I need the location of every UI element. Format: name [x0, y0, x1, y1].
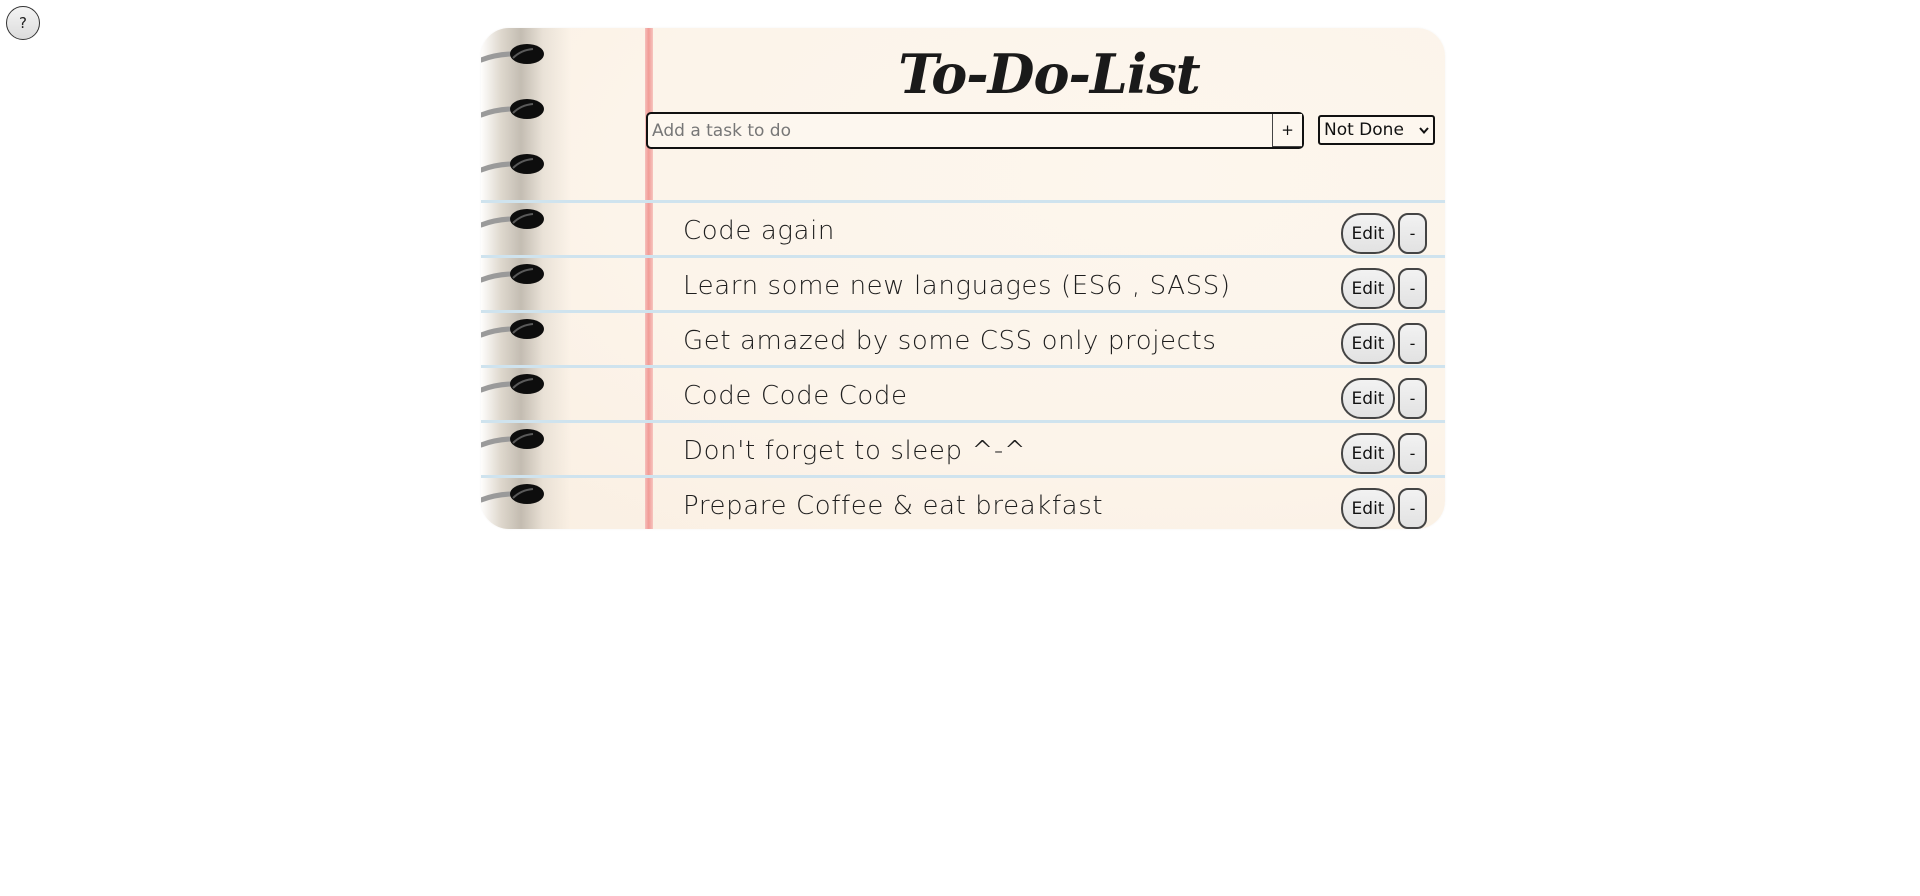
status-filter-select[interactable]: Not Done: [1318, 115, 1435, 145]
notebook-margin-line: [645, 28, 653, 529]
edit-task-button[interactable]: Edit: [1341, 488, 1395, 529]
task-row: Learn some new languages (ES6 , SASS) Ed…: [653, 265, 1445, 317]
status-filter-value: Not Done: [1324, 120, 1404, 140]
remove-task-button[interactable]: -: [1398, 213, 1427, 254]
task-text: Prepare Coffee & eat breakfast: [683, 491, 1104, 521]
spiral-ring-icon: [481, 264, 544, 284]
spiral-ring-icon: [481, 99, 544, 119]
spiral-ring-icon: [481, 484, 544, 504]
help-button[interactable]: ?: [6, 6, 40, 40]
task-input[interactable]: [650, 114, 1262, 147]
spiral-ring-icon: [481, 44, 544, 64]
edit-task-button[interactable]: Edit: [1341, 213, 1395, 254]
chevron-down-icon: [1419, 127, 1429, 135]
spiral-ring-icon: [481, 154, 544, 174]
task-row: Get amazed by some CSS only projects Edi…: [653, 320, 1445, 372]
task-row: Code Code Code Edit -: [653, 375, 1445, 427]
add-task-button[interactable]: +: [1272, 114, 1302, 147]
task-text: Code again: [683, 216, 835, 246]
spiral-ring-icon: [481, 319, 544, 339]
remove-task-button[interactable]: -: [1398, 488, 1427, 529]
spiral-ring-icon: [481, 209, 544, 229]
edit-task-button[interactable]: Edit: [1341, 268, 1395, 309]
task-row: Prepare Coffee & eat breakfast Edit -: [653, 485, 1445, 529]
spiral-ring-icon: [481, 374, 544, 394]
task-text: Learn some new languages (ES6 , SASS): [683, 271, 1231, 301]
page-title: To-Do-List: [898, 42, 1201, 106]
remove-task-button[interactable]: -: [1398, 323, 1427, 364]
edit-task-button[interactable]: Edit: [1341, 433, 1395, 474]
task-row: Don't forget to sleep ^-^ Edit -: [653, 430, 1445, 482]
edit-task-button[interactable]: Edit: [1341, 323, 1395, 364]
task-row: Code again Edit -: [653, 210, 1445, 262]
spiral-ring-icon: [481, 429, 544, 449]
remove-task-button[interactable]: -: [1398, 268, 1427, 309]
task-text: Don't forget to sleep ^-^: [683, 436, 1027, 466]
add-task-form: +: [646, 112, 1304, 149]
edit-task-button[interactable]: Edit: [1341, 378, 1395, 419]
task-text: Get amazed by some CSS only projects: [683, 326, 1217, 356]
notebook-paper: To-Do-List + Not Done Code again Edit - …: [481, 28, 1445, 529]
remove-task-button[interactable]: -: [1398, 433, 1427, 474]
remove-task-button[interactable]: -: [1398, 378, 1427, 419]
rule-line: [481, 200, 1445, 203]
task-text: Code Code Code: [683, 381, 908, 411]
